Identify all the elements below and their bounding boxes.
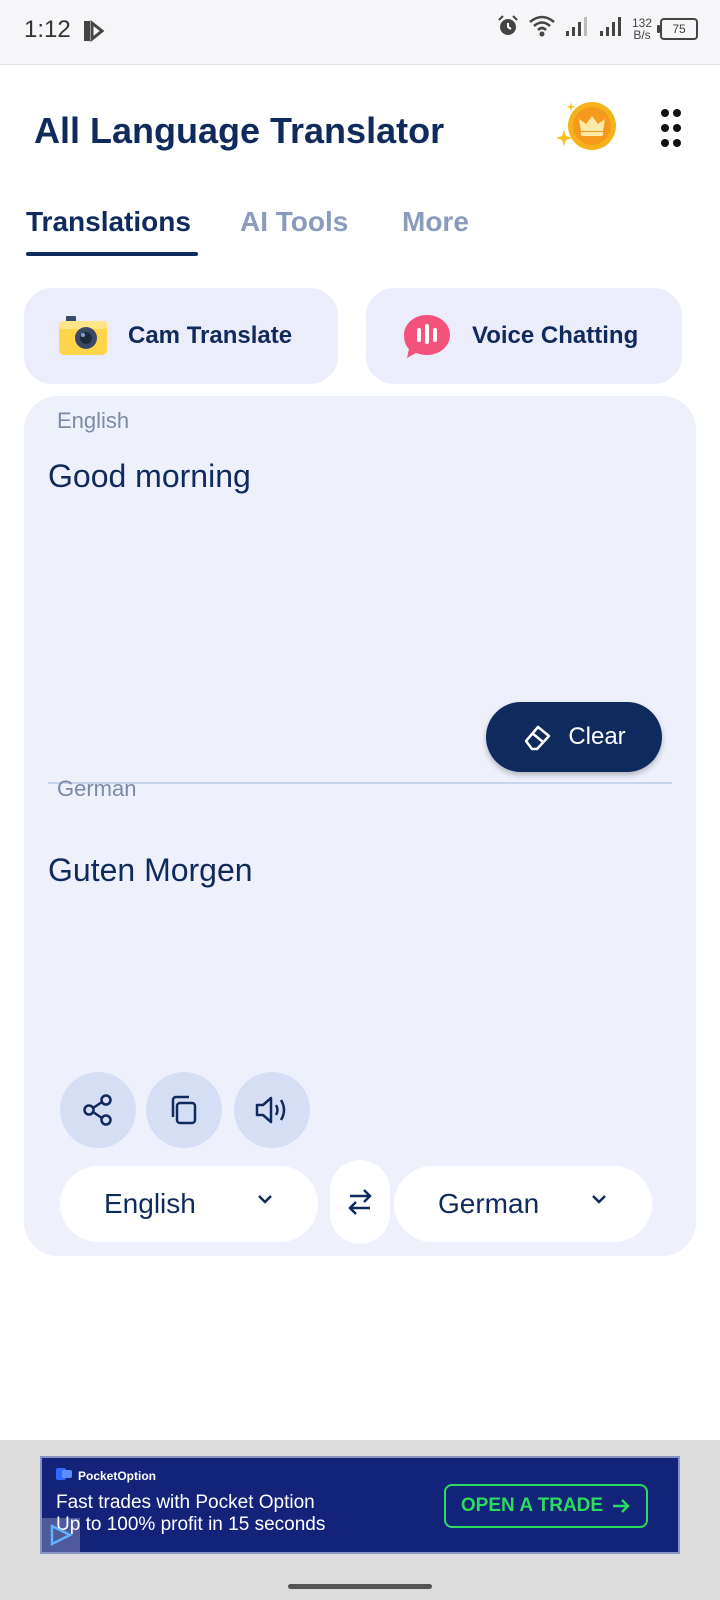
- speaker-button[interactable]: [234, 1072, 310, 1148]
- source-text-input[interactable]: Good morning: [48, 458, 251, 495]
- divider: [48, 782, 672, 784]
- crown-coin-icon[interactable]: [556, 100, 618, 154]
- alarm-icon: [496, 14, 520, 43]
- battery-icon: 75: [657, 17, 698, 40]
- ad-banner[interactable]: PocketOption Fast trades with Pocket Opt…: [40, 1456, 680, 1554]
- source-language-caption: English: [57, 408, 130, 433]
- signal-icon: [598, 15, 624, 42]
- copy-button[interactable]: [146, 1072, 222, 1148]
- eraser-icon: [522, 722, 552, 752]
- wifi-icon: [528, 14, 556, 43]
- ad-subheadline: Up to 100% profit in 15 seconds: [56, 1514, 326, 1535]
- cam-translate-button[interactable]: Cam Translate: [24, 288, 338, 384]
- translation-panel: English Good morning Clear German Guten …: [24, 396, 696, 1256]
- voice-chatting-button[interactable]: Voice Chatting: [366, 288, 682, 384]
- pocket-option-logo-icon: [56, 1468, 72, 1483]
- ad-brand-name: PocketOption: [78, 1468, 157, 1483]
- swap-icon: [344, 1186, 376, 1218]
- tab-translations[interactable]: Translations: [26, 206, 191, 238]
- network-speed: 132 B/s: [632, 17, 652, 41]
- speaker-icon: [253, 1093, 291, 1127]
- clear-label: Clear: [568, 723, 626, 750]
- app-title: All Language Translator: [34, 110, 445, 151]
- chevron-down-icon: [590, 1192, 608, 1211]
- swap-languages-button[interactable]: [330, 1160, 390, 1244]
- ad-headline: Fast trades with Pocket Option: [56, 1492, 315, 1513]
- open-trade-button[interactable]: OPEN A TRADE: [444, 1484, 648, 1528]
- ad-choices-icon[interactable]: [42, 1518, 80, 1552]
- chevron-down-icon: [256, 1192, 274, 1211]
- home-indicator[interactable]: [288, 1584, 432, 1589]
- voice-chat-icon: [402, 313, 452, 359]
- voice-chatting-label: Voice Chatting: [472, 322, 639, 349]
- ad-area: PocketOption Fast trades with Pocket Opt…: [0, 1440, 720, 1600]
- camera-icon: [58, 315, 108, 357]
- share-icon: [81, 1093, 115, 1127]
- tab-more[interactable]: More: [402, 206, 469, 238]
- ad-brand: PocketOption: [56, 1468, 156, 1483]
- translated-text: Guten Morgen: [48, 852, 253, 888]
- target-language-caption: German: [57, 776, 137, 801]
- open-trade-label: OPEN A TRADE: [460, 1495, 604, 1516]
- more-dots-icon[interactable]: [660, 108, 682, 148]
- cam-translate-label: Cam Translate: [128, 322, 293, 349]
- network-speed-unit: B/s: [633, 27, 651, 42]
- status-time: 1:12: [24, 16, 71, 43]
- signal-icon: [564, 15, 590, 42]
- source-language-select[interactable]: English: [60, 1166, 318, 1242]
- target-language-select[interactable]: German: [394, 1166, 652, 1242]
- clear-button[interactable]: Clear: [486, 702, 662, 772]
- share-button[interactable]: [60, 1072, 136, 1148]
- arrow-right-icon: [611, 1497, 631, 1515]
- status-bar: 1:12 132 B/s 75: [0, 0, 720, 65]
- network-speed-value: 132: [631, 15, 652, 30]
- target-language-value: German: [438, 1188, 540, 1219]
- tab-ai-tools[interactable]: AI Tools: [240, 206, 348, 238]
- copy-icon: [167, 1093, 201, 1127]
- source-language-value: English: [104, 1188, 196, 1219]
- active-tab-indicator: [26, 252, 198, 256]
- notification-icon: [80, 18, 106, 49]
